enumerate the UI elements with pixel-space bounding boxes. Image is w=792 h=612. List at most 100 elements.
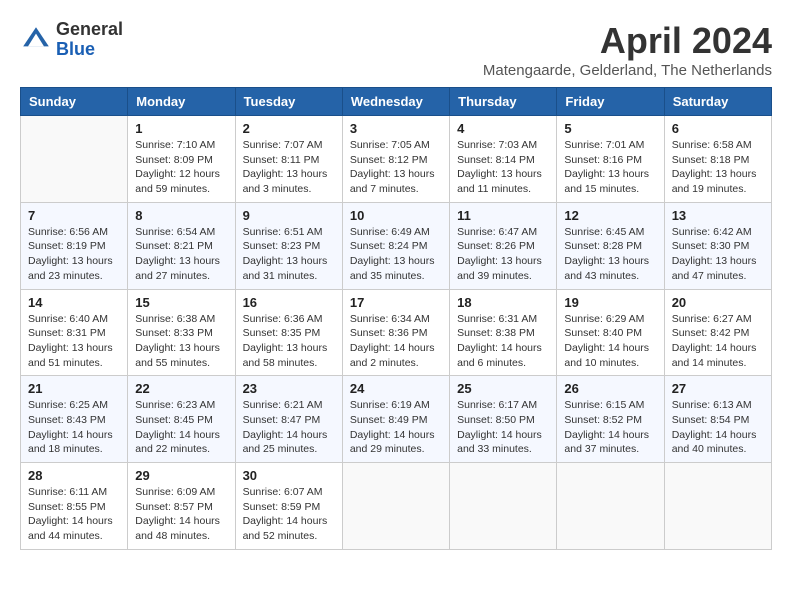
day-number: 12: [564, 208, 656, 223]
calendar-cell: 18 Sunrise: 6:31 AM Sunset: 8:38 PM Dayli…: [450, 289, 557, 376]
header-saturday: Saturday: [664, 88, 771, 116]
day-info: Sunrise: 7:05 AM Sunset: 8:12 PM Dayligh…: [350, 138, 442, 197]
day-info: Sunrise: 6:11 AM Sunset: 8:55 PM Dayligh…: [28, 485, 120, 544]
logo-icon: [20, 24, 52, 56]
day-number: 6: [672, 121, 764, 136]
day-number: 5: [564, 121, 656, 136]
day-info: Sunrise: 6:19 AM Sunset: 8:49 PM Dayligh…: [350, 398, 442, 457]
week-row-1: 1 Sunrise: 7:10 AM Sunset: 8:09 PM Daylig…: [21, 116, 772, 203]
day-number: 17: [350, 295, 442, 310]
calendar-cell: 16Sunrise: 6:36 AM Sunset: 8:35 PM Dayli…: [235, 289, 342, 376]
day-number: 30: [243, 468, 335, 483]
calendar-cell: 14 Sunrise: 6:40 AM Sunset: 8:31 PM Dayli…: [21, 289, 128, 376]
calendar-cell: 30Sunrise: 6:07 AM Sunset: 8:59 PM Dayli…: [235, 463, 342, 550]
day-info: Sunrise: 6:40 AM Sunset: 8:31 PM Dayligh…: [28, 312, 120, 371]
calendar-table: SundayMondayTuesdayWednesdayThursdayFrid…: [20, 87, 772, 550]
day-info: Sunrise: 6:17 AM Sunset: 8:50 PM Dayligh…: [457, 398, 549, 457]
day-number: 18: [457, 295, 549, 310]
day-number: 25: [457, 381, 549, 396]
day-number: 13: [672, 208, 764, 223]
calendar-cell: 2Sunrise: 7:07 AM Sunset: 8:11 PM Daylig…: [235, 116, 342, 203]
calendar-cell: 9Sunrise: 6:51 AM Sunset: 8:23 PM Daylig…: [235, 202, 342, 289]
calendar-cell: 20 Sunrise: 6:27 AM Sunset: 8:42 PM Dayli…: [664, 289, 771, 376]
day-number: 1: [135, 121, 227, 136]
week-row-5: 28 Sunrise: 6:11 AM Sunset: 8:55 PM Dayli…: [21, 463, 772, 550]
day-number: 14: [28, 295, 120, 310]
calendar-header: SundayMondayTuesdayWednesdayThursdayFrid…: [21, 88, 772, 116]
week-row-2: 7 Sunrise: 6:56 AM Sunset: 8:19 PM Daylig…: [21, 202, 772, 289]
day-info: Sunrise: 7:03 AM Sunset: 8:14 PM Dayligh…: [457, 138, 549, 197]
day-info: Sunrise: 6:49 AM Sunset: 8:24 PM Dayligh…: [350, 225, 442, 284]
calendar-cell: 13 Sunrise: 6:42 AM Sunset: 8:30 PM Dayli…: [664, 202, 771, 289]
day-number: 24: [350, 381, 442, 396]
logo-blue: Blue: [56, 40, 123, 60]
calendar-cell: [21, 116, 128, 203]
page-header: General Blue April 2024 Matengaarde, Gel…: [20, 20, 772, 79]
header-friday: Friday: [557, 88, 664, 116]
header-sunday: Sunday: [21, 88, 128, 116]
day-info: Sunrise: 6:09 AM Sunset: 8:57 PM Dayligh…: [135, 485, 227, 544]
day-info: Sunrise: 7:10 AM Sunset: 8:09 PM Dayligh…: [135, 138, 227, 197]
calendar-cell: 19Sunrise: 6:29 AM Sunset: 8:40 PM Dayli…: [557, 289, 664, 376]
day-number: 4: [457, 121, 549, 136]
day-info: Sunrise: 6:56 AM Sunset: 8:19 PM Dayligh…: [28, 225, 120, 284]
calendar-cell: 23 Sunrise: 6:21 AM Sunset: 8:47 PM Dayli…: [235, 376, 342, 463]
day-info: Sunrise: 6:25 AM Sunset: 8:43 PM Dayligh…: [28, 398, 120, 457]
day-info: Sunrise: 6:31 AM Sunset: 8:38 PM Dayligh…: [457, 312, 549, 371]
calendar-cell: 7 Sunrise: 6:56 AM Sunset: 8:19 PM Daylig…: [21, 202, 128, 289]
title-area: April 2024 Matengaarde, Gelderland, The …: [483, 20, 772, 79]
calendar-cell: 12 Sunrise: 6:45 AM Sunset: 8:28 PM Dayli…: [557, 202, 664, 289]
location-subtitle: Matengaarde, Gelderland, The Netherlands: [483, 62, 772, 79]
day-info: Sunrise: 6:15 AM Sunset: 8:52 PM Dayligh…: [564, 398, 656, 457]
calendar-cell: 10Sunrise: 6:49 AM Sunset: 8:24 PM Dayli…: [342, 202, 449, 289]
day-info: Sunrise: 6:21 AM Sunset: 8:47 PM Dayligh…: [243, 398, 335, 457]
calendar-cell: 22Sunrise: 6:23 AM Sunset: 8:45 PM Dayli…: [128, 376, 235, 463]
header-monday: Monday: [128, 88, 235, 116]
month-title: April 2024: [483, 20, 772, 62]
calendar-cell: [450, 463, 557, 550]
calendar-cell: 5 Sunrise: 7:01 AM Sunset: 8:16 PM Daylig…: [557, 116, 664, 203]
day-info: Sunrise: 6:45 AM Sunset: 8:28 PM Dayligh…: [564, 225, 656, 284]
day-info: Sunrise: 6:27 AM Sunset: 8:42 PM Dayligh…: [672, 312, 764, 371]
logo: General Blue: [20, 20, 123, 60]
logo-text: General Blue: [56, 20, 123, 60]
day-number: 8: [135, 208, 227, 223]
day-number: 29: [135, 468, 227, 483]
calendar-cell: 15Sunrise: 6:38 AM Sunset: 8:33 PM Dayli…: [128, 289, 235, 376]
logo-general: General: [56, 20, 123, 40]
calendar-cell: 6 Sunrise: 6:58 AM Sunset: 8:18 PM Daylig…: [664, 116, 771, 203]
week-row-3: 14 Sunrise: 6:40 AM Sunset: 8:31 PM Dayli…: [21, 289, 772, 376]
calendar-cell: 21Sunrise: 6:25 AM Sunset: 8:43 PM Dayli…: [21, 376, 128, 463]
calendar-cell: 8 Sunrise: 6:54 AM Sunset: 8:21 PM Daylig…: [128, 202, 235, 289]
day-info: Sunrise: 6:51 AM Sunset: 8:23 PM Dayligh…: [243, 225, 335, 284]
day-number: 19: [564, 295, 656, 310]
header-thursday: Thursday: [450, 88, 557, 116]
day-number: 20: [672, 295, 764, 310]
calendar-cell: 25 Sunrise: 6:17 AM Sunset: 8:50 PM Dayli…: [450, 376, 557, 463]
day-info: Sunrise: 6:58 AM Sunset: 8:18 PM Dayligh…: [672, 138, 764, 197]
day-info: Sunrise: 7:01 AM Sunset: 8:16 PM Dayligh…: [564, 138, 656, 197]
calendar-cell: 29 Sunrise: 6:09 AM Sunset: 8:57 PM Dayli…: [128, 463, 235, 550]
calendar-cell: 11Sunrise: 6:47 AM Sunset: 8:26 PM Dayli…: [450, 202, 557, 289]
header-tuesday: Tuesday: [235, 88, 342, 116]
day-info: Sunrise: 6:54 AM Sunset: 8:21 PM Dayligh…: [135, 225, 227, 284]
day-number: 23: [243, 381, 335, 396]
calendar-cell: 28 Sunrise: 6:11 AM Sunset: 8:55 PM Dayli…: [21, 463, 128, 550]
day-number: 7: [28, 208, 120, 223]
day-number: 3: [350, 121, 442, 136]
header-row: SundayMondayTuesdayWednesdayThursdayFrid…: [21, 88, 772, 116]
calendar-cell: [557, 463, 664, 550]
day-number: 16: [243, 295, 335, 310]
day-number: 26: [564, 381, 656, 396]
calendar-cell: 1 Sunrise: 7:10 AM Sunset: 8:09 PM Daylig…: [128, 116, 235, 203]
calendar-cell: 27Sunrise: 6:13 AM Sunset: 8:54 PM Dayli…: [664, 376, 771, 463]
day-number: 22: [135, 381, 227, 396]
day-info: Sunrise: 6:42 AM Sunset: 8:30 PM Dayligh…: [672, 225, 764, 284]
day-number: 27: [672, 381, 764, 396]
header-wednesday: Wednesday: [342, 88, 449, 116]
week-row-4: 21Sunrise: 6:25 AM Sunset: 8:43 PM Dayli…: [21, 376, 772, 463]
day-number: 28: [28, 468, 120, 483]
calendar-cell: 4 Sunrise: 7:03 AM Sunset: 8:14 PM Daylig…: [450, 116, 557, 203]
calendar-cell: 26 Sunrise: 6:15 AM Sunset: 8:52 PM Dayli…: [557, 376, 664, 463]
day-info: Sunrise: 6:47 AM Sunset: 8:26 PM Dayligh…: [457, 225, 549, 284]
